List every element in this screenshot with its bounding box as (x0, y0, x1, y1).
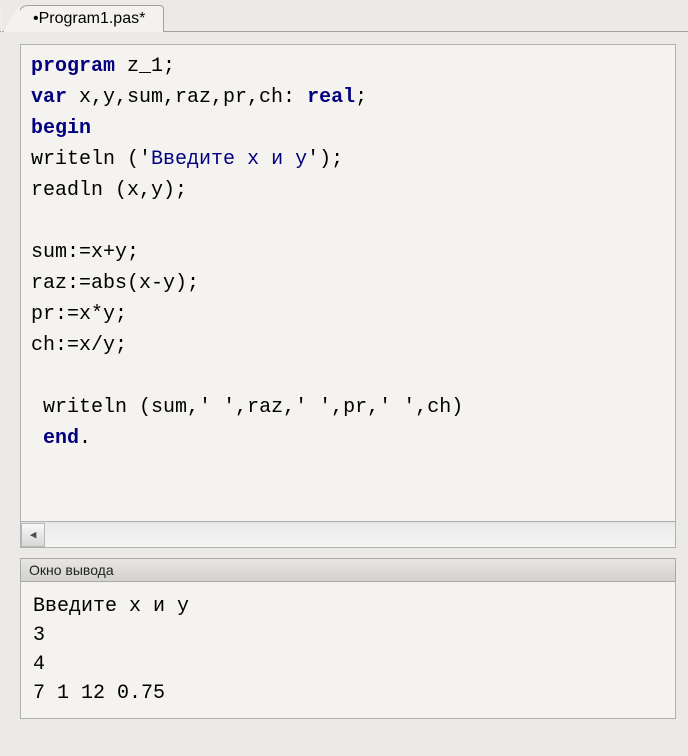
code-text: x,y,sum,raz,pr,ch: (67, 86, 307, 109)
output-line: Введите x и y (33, 595, 189, 618)
code-text: ' (379, 396, 391, 419)
code-editor[interactable]: program z_1; var x,y,sum,raz,pr,ch: real… (20, 44, 676, 522)
code-text: ' (319, 396, 331, 419)
code-text (31, 427, 43, 450)
code-text: sum:=x+y; (31, 241, 139, 264)
code-text: writeln (31, 148, 115, 171)
code-text: ' (403, 396, 415, 419)
kw-var: var (31, 86, 67, 109)
kw-real: real (307, 86, 355, 109)
tab-program1[interactable]: •Program1.pas* (18, 5, 164, 32)
output-line: 4 (33, 653, 45, 676)
code-text: ; (355, 86, 367, 109)
code-text: ' (295, 396, 307, 419)
code-text: ,raz, (235, 396, 295, 419)
kw-program: program (31, 55, 115, 78)
string-literal: Введите x и y (151, 148, 307, 171)
code-text: writeln (sum, (31, 396, 199, 419)
scroll-track[interactable] (45, 523, 675, 547)
scroll-left-button[interactable]: ◀ (21, 523, 45, 547)
code-text: ' (199, 396, 211, 419)
output-line: 3 (33, 624, 45, 647)
string-literal (307, 396, 319, 419)
code-text: ' (223, 396, 235, 419)
tab-bar: •Program1.pas* (0, 0, 688, 32)
horizontal-scrollbar[interactable]: ◀ (20, 522, 676, 548)
output-line: 7 1 12 0.75 (33, 682, 165, 705)
code-text: readln (x,y); (31, 179, 187, 202)
string-literal (211, 396, 223, 419)
editor-wrap: program z_1; var x,y,sum,raz,pr,ch: real… (0, 32, 688, 522)
output-title: Окно вывода (20, 558, 676, 582)
kw-begin: begin (31, 117, 91, 140)
string-literal (391, 396, 403, 419)
code-text: pr:=x*y; (31, 303, 127, 326)
kw-end: end (43, 427, 79, 450)
chevron-left-icon: ◀ (30, 528, 37, 542)
code-text: ( (115, 148, 139, 171)
code-text: ' (139, 148, 151, 171)
tab-label: •Program1.pas* (33, 10, 145, 27)
code-text: ch:=x/y; (31, 334, 127, 357)
output-panel: Окно вывода Введите x и y 3 4 7 1 12 0.7… (20, 558, 676, 719)
output-body[interactable]: Введите x и y 3 4 7 1 12 0.75 (20, 582, 676, 719)
code-text: ,ch) (415, 396, 463, 419)
code-text: ); (319, 148, 343, 171)
code-text: . (79, 427, 91, 450)
code-text: raz:=abs(x-y); (31, 272, 199, 295)
code-text: ' (307, 148, 319, 171)
code-text: ,pr, (331, 396, 379, 419)
code-text: z_1; (115, 55, 175, 78)
